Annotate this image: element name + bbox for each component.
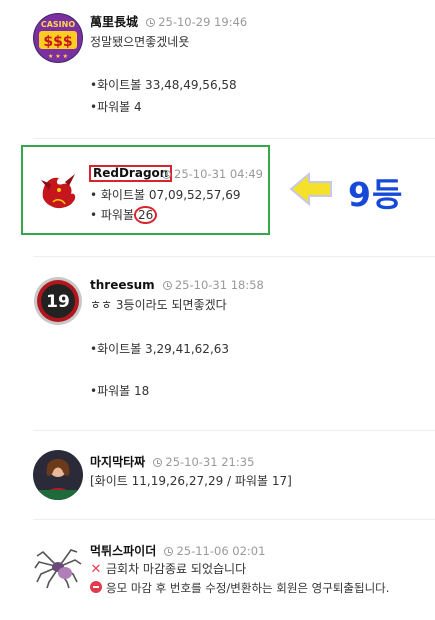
power-ball: •파워볼 4 <box>90 100 142 114</box>
power-ball: •파워볼 18 <box>90 384 150 398</box>
post-text: 정말됐으면좋겠네욧 <box>90 35 190 49</box>
avatar-dealer[interactable] <box>33 450 83 500</box>
casino-avatar-icon: $$$ CASINO ★ ★ ★ <box>33 13 83 63</box>
power-ball-circled: 26 <box>134 206 158 224</box>
post-author[interactable]: 먹튀스파이더 25-11-06 02:01 <box>90 542 265 559</box>
close-icon: ✕ <box>90 562 102 577</box>
avatar-spider[interactable] <box>33 540 83 590</box>
number-19-icon: 19 <box>34 277 82 325</box>
post-time: 25-10-31 21:35 <box>153 455 254 469</box>
post-author[interactable]: 마지막타짜 25-10-31 21:35 <box>90 453 254 470</box>
post-time-row: 25-10-31 04:49 <box>158 167 263 181</box>
divider <box>33 430 435 431</box>
avatar-casino[interactable]: $$$ CASINO ★ ★ ★ <box>33 13 83 63</box>
ban-notice: 응모 마감 후 번호를 수정/변환하는 회원은 영구퇴출됩니다. <box>90 580 389 596</box>
svg-text:★ ★ ★: ★ ★ ★ <box>48 53 68 60</box>
post-text: [화이트 11,19,26,27,29 / 파워볼 17] <box>90 474 292 488</box>
rank-label: 9등 <box>348 175 404 214</box>
divider <box>33 256 435 257</box>
post-time: 25-10-31 04:49 <box>162 167 263 181</box>
divider <box>33 519 435 520</box>
spider-icon <box>33 540 83 590</box>
clock-icon <box>164 547 174 556</box>
clock-icon <box>162 281 172 290</box>
post-time: 25-10-31 18:58 <box>162 278 264 292</box>
svg-text:$$$: $$$ <box>43 34 72 50</box>
dealer-photo-icon <box>33 450 83 500</box>
white-balls: • 화이트볼 07,09,52,57,69 <box>90 188 241 202</box>
clock-icon <box>146 18 156 27</box>
divider <box>33 138 435 139</box>
dragon-icon <box>35 168 81 214</box>
svg-text:CASINO: CASINO <box>41 20 75 29</box>
closed-notice: ✕ 금회차 마감종료 되었습니다 <box>90 562 247 577</box>
arrow-left-icon <box>289 172 332 206</box>
no-entry-icon <box>90 581 102 593</box>
post-text: ㅎㅎ 3등이라도 되면좋겠다 <box>90 298 227 312</box>
post-time: 25-10-29 19:46 <box>146 15 247 29</box>
avatar-dragon[interactable] <box>35 168 81 214</box>
post-author[interactable]: 萬里長城 25-10-29 19:46 <box>90 13 247 30</box>
white-balls: •화이트볼 33,48,49,56,58 <box>90 78 237 92</box>
avatar-19[interactable]: 19 <box>33 276 83 326</box>
power-ball: • 파워볼 26 <box>90 206 158 224</box>
clock-icon <box>153 458 163 467</box>
svg-text:19: 19 <box>46 292 70 312</box>
white-balls: •화이트볼 3,29,41,62,63 <box>90 342 230 356</box>
post-time: 25-11-06 02:01 <box>164 544 265 558</box>
clock-icon <box>162 170 171 179</box>
post-author[interactable]: threesum 25-10-31 18:58 <box>90 278 264 292</box>
